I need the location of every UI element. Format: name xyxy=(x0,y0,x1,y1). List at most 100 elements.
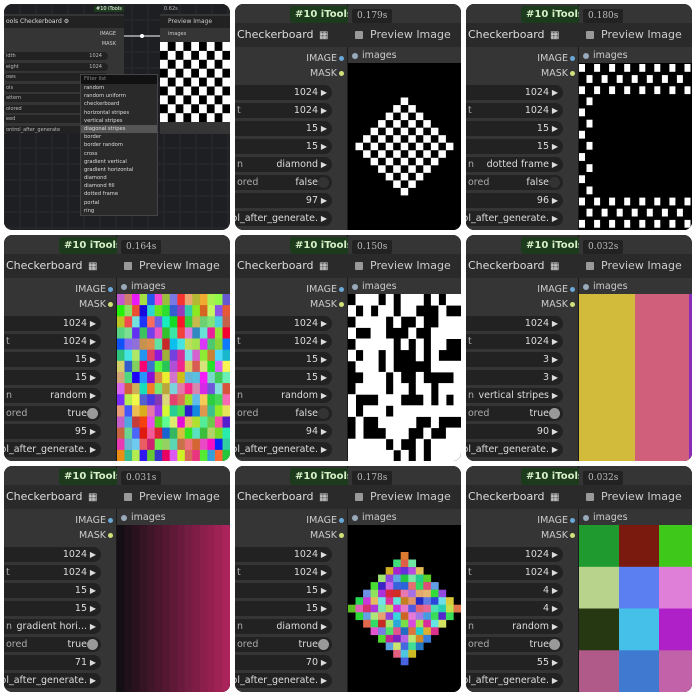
width-widget[interactable]: 1024 ▶ xyxy=(466,316,563,331)
checkerboard-node[interactable]: #10 iTools Checkerboard ▦ IMAGE MASK 1024 ▶ t 1… xyxy=(4,235,127,461)
preview-title[interactable]: Preview Image xyxy=(579,485,692,509)
node-title[interactable]: Checkerboard ▦ xyxy=(235,485,348,509)
increment-arrow-icon[interactable]: ▶ xyxy=(552,121,558,136)
increment-arrow-icon[interactable]: ▶ xyxy=(321,352,327,367)
collapse-square-icon[interactable] xyxy=(124,262,132,270)
colored-widget[interactable]: ored true xyxy=(466,637,563,652)
increment-arrow-icon[interactable]: ▶ xyxy=(321,547,327,562)
height-widget[interactable]: t 1024 ▶ xyxy=(466,565,563,580)
increment-arrow-icon[interactable]: ▶ xyxy=(552,103,558,118)
pattern-dropdown-menu[interactable]: Filter list random random uniform checkerbo… xyxy=(80,74,158,216)
increment-arrow-icon[interactable]: ▶ xyxy=(321,85,327,100)
output-image-dot[interactable] xyxy=(108,518,113,523)
checkerboard-node[interactable]: #10 iTools Checkerboard ▦ IMAGE MASK 1024 ▶ t 1… xyxy=(235,4,358,230)
increment-arrow-icon[interactable]: ▶ xyxy=(552,193,558,208)
toggle-knob[interactable] xyxy=(549,639,560,650)
increment-arrow-icon[interactable]: ▶ xyxy=(552,334,558,349)
output-image-dot[interactable] xyxy=(570,56,575,61)
height-widget[interactable]: t 1024 ▶ xyxy=(235,565,332,580)
increment-arrow-icon[interactable]: ▶ xyxy=(552,424,558,439)
menu-item[interactable]: checkerboard xyxy=(81,100,157,108)
increment-arrow-icon[interactable]: ▶ xyxy=(321,388,327,403)
height-widget[interactable]: t 1024 ▶ xyxy=(4,565,101,580)
width-widget[interactable]: 1024 ▶ xyxy=(4,547,101,562)
collapse-square-icon[interactable] xyxy=(124,493,132,501)
menu-item[interactable]: border xyxy=(81,133,157,141)
menu-item[interactable]: diamond fill xyxy=(81,182,157,190)
images-input-dot[interactable] xyxy=(352,284,358,290)
increment-arrow-icon[interactable]: ▶ xyxy=(552,547,558,562)
increment-arrow-icon[interactable]: ▶ xyxy=(552,139,558,154)
increment-arrow-icon[interactable]: ▶ xyxy=(90,424,96,439)
checkerboard-node[interactable]: #10 iTools Checkerboard ▦ IMAGE MASK 1024 ▶ t 1… xyxy=(235,235,358,461)
node-title[interactable]: Checkerboard ▦ xyxy=(466,485,579,509)
increment-arrow-icon[interactable]: ▶ xyxy=(552,565,558,580)
control-after-generate-widget[interactable]: ol_after_generate. ▶ xyxy=(4,442,101,457)
increment-arrow-icon[interactable]: ▶ xyxy=(90,370,96,385)
increment-arrow-icon[interactable]: ▶ xyxy=(552,388,558,403)
images-input[interactable]: images xyxy=(579,49,692,63)
cols-widget[interactable]: 15 ▶ xyxy=(235,370,332,385)
pattern-widget[interactable]: n gradient hori... ▶ xyxy=(4,619,101,634)
control-after-generate-widget[interactable]: ol_after_generate. ▶ xyxy=(466,442,563,457)
height-widget[interactable]: t 1024 ▶ xyxy=(4,334,101,349)
collapse-square-icon[interactable] xyxy=(355,262,363,270)
node-title[interactable]: Checkerboard ▦ xyxy=(235,23,348,47)
cols-widget[interactable]: 15 ▶ xyxy=(4,601,101,616)
images-input-dot[interactable] xyxy=(583,53,589,59)
node-title[interactable]: Checkerboard ▦ xyxy=(235,254,348,278)
control-after-generate-widget[interactable]: ol_after_generate. ▶ xyxy=(4,673,101,688)
output-image-dot[interactable] xyxy=(339,287,344,292)
images-input-dot[interactable] xyxy=(121,515,127,521)
menu-item[interactable]: diagonal stripes xyxy=(81,124,157,134)
rows-widget[interactable]: 15 ▶ xyxy=(4,583,101,598)
pattern-widget[interactable]: n diamond ▶ xyxy=(235,157,332,172)
increment-arrow-icon[interactable]: ▶ xyxy=(321,601,327,616)
seed-widget[interactable]: 95 ▶ xyxy=(4,424,101,439)
collapse-square-icon[interactable] xyxy=(355,493,363,501)
rows-widget[interactable]: 15 ▶ xyxy=(235,121,332,136)
width-widget[interactable]: 1024 ▶ xyxy=(466,547,563,562)
control-after-generate-widget[interactable]: ol_after_generate. ▶ xyxy=(235,673,332,688)
pattern-widget[interactable]: n dotted frame ▶ xyxy=(466,157,563,172)
increment-arrow-icon[interactable]: ▶ xyxy=(90,352,96,367)
node-title[interactable]: Checkerboard ▦ xyxy=(4,485,117,509)
output-mask-dot[interactable] xyxy=(339,533,344,538)
preview-title[interactable]: Preview Image xyxy=(160,16,230,28)
cols-widget[interactable]: 15 ▶ xyxy=(4,370,101,385)
increment-arrow-icon[interactable]: ▶ xyxy=(321,334,327,349)
colored-widget[interactable]: ored true xyxy=(466,406,563,421)
output-image-dot[interactable] xyxy=(570,518,575,523)
menu-item[interactable]: border random xyxy=(81,141,157,149)
increment-arrow-icon[interactable]: ▶ xyxy=(321,103,327,118)
increment-arrow-icon[interactable]: ▶ xyxy=(90,601,96,616)
node-title[interactable]: ools Checkerboard ⚙ xyxy=(4,16,124,28)
increment-arrow-icon[interactable]: ▶ xyxy=(321,424,327,439)
images-input-dot[interactable] xyxy=(121,284,127,290)
node-widget[interactable]: eight 1024 xyxy=(4,62,108,71)
increment-arrow-icon[interactable]: ▶ xyxy=(321,673,327,688)
increment-arrow-icon[interactable]: ▶ xyxy=(90,442,96,457)
increment-arrow-icon[interactable]: ▶ xyxy=(552,655,558,670)
images-input[interactable]: images xyxy=(579,511,692,525)
increment-arrow-icon[interactable]: ▶ xyxy=(552,352,558,367)
preview-image-node[interactable]: 0.150s Preview Image images xyxy=(348,235,461,461)
seed-widget[interactable]: 90 ▶ xyxy=(466,424,563,439)
output-mask-dot[interactable] xyxy=(339,71,344,76)
collapse-square-icon[interactable] xyxy=(586,493,594,501)
seed-widget[interactable]: 71 ▶ xyxy=(4,655,101,670)
seed-widget[interactable]: 55 ▶ xyxy=(466,655,563,670)
increment-arrow-icon[interactable]: ▶ xyxy=(552,673,558,688)
images-input[interactable]: images xyxy=(117,280,230,294)
menu-item[interactable]: random xyxy=(81,84,157,92)
checkerboard-node[interactable]: #10 iTools Checkerboard ▦ IMAGE MASK 1024 ▶ t 1… xyxy=(466,235,589,461)
pattern-widget[interactable]: n vertical stripes ▶ xyxy=(466,388,563,403)
images-input[interactable]: images xyxy=(579,280,692,294)
increment-arrow-icon[interactable]: ▶ xyxy=(90,583,96,598)
output-mask-dot[interactable] xyxy=(108,302,113,307)
width-widget[interactable]: 1024 ▶ xyxy=(4,316,101,331)
output-mask-dot[interactable] xyxy=(570,302,575,307)
toggle-knob[interactable] xyxy=(87,639,98,650)
images-input[interactable]: images xyxy=(348,511,461,525)
menu-item[interactable]: diamond xyxy=(81,174,157,182)
